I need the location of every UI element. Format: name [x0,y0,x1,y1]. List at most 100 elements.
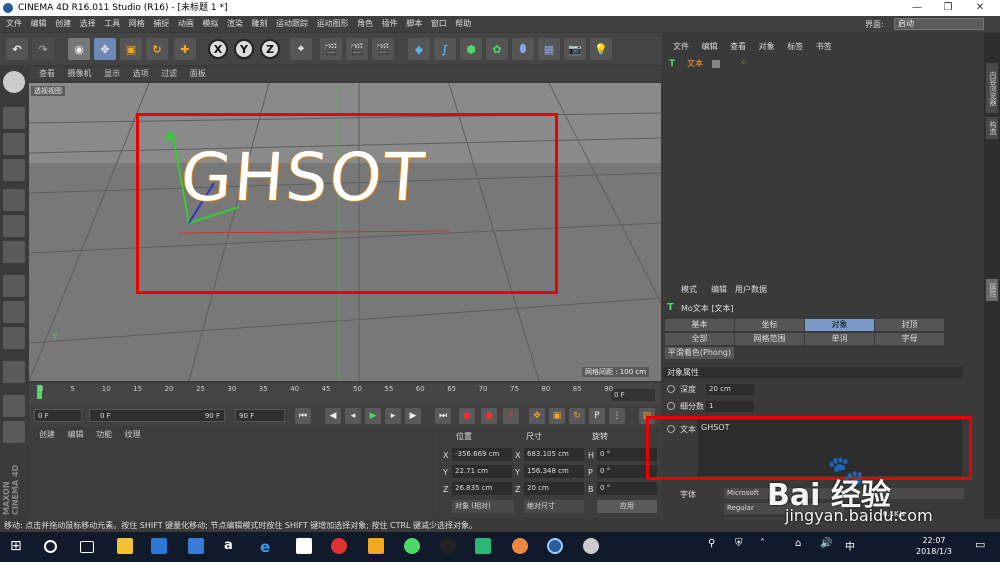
maximize-button[interactable]: ❐ [936,0,960,16]
rot-b-field[interactable]: 0 ° [597,482,657,495]
rotate-tool-icon[interactable]: ↻ [146,38,168,60]
spline-pen-icon[interactable]: ∫ [434,38,456,60]
rot-h-field[interactable]: 0 ° [597,448,657,461]
menu-motion-tracking[interactable]: 运动跟踪 [276,19,308,28]
material-menu-function[interactable]: 功能 [96,430,112,439]
text-object-ghsot[interactable]: GHSOT [178,139,428,216]
wechat-icon[interactable] [404,538,420,554]
end-frame-field[interactable]: 90 F [235,409,285,422]
render-to-picture-viewer-icon[interactable]: 🎬 [346,38,368,60]
timeline[interactable]: 0 F 0 5 10 15 20 25 30 35 40 45 50 55 60 65 70 75 80 85 90 [29,383,661,405]
size-x-field[interactable]: 683.105 cm [524,448,584,461]
object-row-text[interactable]: 文本 [675,58,735,70]
undo-icon[interactable]: ↶ [6,38,28,60]
apply-button[interactable]: 应用 [597,500,657,513]
depth-field[interactable]: 20 cm [706,384,754,395]
network-icon[interactable]: ⌂ [795,538,811,554]
store-icon[interactable] [151,538,167,554]
pos-x-field[interactable]: -356.669 cm [452,448,512,461]
coordinate-system-icon[interactable]: ⌖ [290,38,312,60]
x-axis-lock-icon[interactable]: X [208,39,228,59]
cinema4d-taskbar-icon[interactable] [547,538,563,554]
depth-animate-icon[interactable] [667,385,675,393]
magnet-icon[interactable] [3,361,25,383]
tag-icon[interactable]: ⁘ [740,58,750,68]
menu-edit[interactable]: 编辑 [31,19,47,28]
menu-window[interactable]: 窗口 [431,19,447,28]
menu-script[interactable]: 脚本 [406,19,422,28]
attr-menu-userdata[interactable]: 用户数据 [735,284,767,295]
menu-character[interactable]: 角色 [357,19,373,28]
viewport-menu-panel[interactable]: 面板 [190,69,206,78]
material-menu-edit[interactable]: 编辑 [68,430,84,439]
live-selection-icon[interactable]: ◉ [68,38,90,60]
model-mode-icon[interactable] [3,107,25,129]
key-parameter-icon[interactable]: P [589,408,605,424]
menu-tools[interactable]: 工具 [104,19,120,28]
subdivision-surface-icon[interactable]: ⬢ [460,38,482,60]
close-button[interactable]: ✕ [968,0,992,16]
key-scale-icon[interactable]: ▣ [549,408,565,424]
obj-menu-bookmarks[interactable]: 书签 [816,42,832,51]
menu-select[interactable]: 选择 [80,19,96,28]
volume-icon[interactable]: 🔊 [820,538,836,554]
perspective-viewport[interactable]: GHSOT 透视视图 网格间距 : 100 cm Y [29,83,661,381]
minimize-button[interactable]: — [905,0,929,16]
texture-mode-icon[interactable] [3,133,25,155]
camera-icon[interactable]: 📷 [564,38,586,60]
z-axis-lock-icon[interactable]: Z [260,39,280,59]
previous-key-icon[interactable]: ◀ [325,408,341,424]
tab-basic[interactable]: 基本 [665,319,734,331]
size-z-field[interactable]: 20 cm [524,482,584,495]
planar-workplane-icon[interactable] [3,421,25,443]
cube-primitive-icon[interactable]: ◆ [408,38,430,60]
y-axis-lock-icon[interactable]: Y [234,39,254,59]
obj-menu-file[interactable]: 文件 [673,42,689,51]
side-tab-structure[interactable]: 构造 [986,117,998,139]
visibility-toggle-icon[interactable] [712,60,720,68]
size-mode-dropdown[interactable]: 绝对尺寸 [524,500,584,513]
auto-key-icon[interactable]: ● [481,408,497,424]
side-tab-content-browser[interactable]: 内容浏览器 [986,63,998,113]
qq-icon[interactable] [440,538,456,554]
notifications-icon[interactable]: ▭ [975,538,991,554]
menu-render[interactable]: 渲染 [227,19,243,28]
mail-icon[interactable] [296,538,312,554]
scale-tool-icon[interactable]: ▣ [120,38,142,60]
redo-icon[interactable]: ↷ [32,38,54,60]
menu-create[interactable]: 创建 [55,19,71,28]
points-mode-icon[interactable] [3,189,25,211]
chrome-icon[interactable] [512,538,528,554]
tab-phong[interactable]: 平滑着色(Phong) [665,347,734,359]
floor-icon[interactable]: ▦ [538,38,560,60]
menu-file[interactable]: 文件 [6,19,22,28]
keyframe-selection-icon[interactable]: ? [503,408,519,424]
viewport-menu-view[interactable]: 查看 [39,69,55,78]
app-taskbar-icon[interactable] [583,538,599,554]
key-position-icon[interactable]: ✥ [529,408,545,424]
tab-all[interactable]: 全部 [665,333,734,345]
menu-simulate[interactable]: 模拟 [202,19,218,28]
viewport-menu-filter[interactable]: 过滤 [161,69,177,78]
deformer-icon[interactable]: ⬮ [512,38,534,60]
subdivision-field[interactable]: 1 [706,401,754,412]
tab-object[interactable]: 对象 [805,319,874,331]
rot-p-field[interactable]: 0 ° [597,465,657,478]
edge-icon[interactable]: e [260,538,276,556]
menu-snap[interactable]: 捕捉 [153,19,169,28]
previous-frame-icon[interactable]: ◂ [345,408,361,424]
viewport-menu-options[interactable]: 选项 [133,69,149,78]
go-to-end-icon[interactable]: ⏭ [435,408,451,424]
make-editable-icon[interactable] [3,71,25,93]
tweak-mode-icon[interactable] [3,301,25,323]
render-settings-icon[interactable]: 🎬 [372,38,394,60]
pos-z-field[interactable]: 26.835 cm [452,482,512,495]
viewport-menu-camera[interactable]: 摄像机 [68,69,92,78]
polygons-mode-icon[interactable] [3,241,25,263]
edges-mode-icon[interactable] [3,215,25,237]
side-tab-attributes[interactable]: 属性 [986,279,998,301]
key-point-level-icon[interactable]: ⋮ [609,408,625,424]
light-icon[interactable]: 💡 [590,38,612,60]
snap-icon[interactable] [3,327,25,349]
next-key-icon[interactable]: ▶ [405,408,421,424]
